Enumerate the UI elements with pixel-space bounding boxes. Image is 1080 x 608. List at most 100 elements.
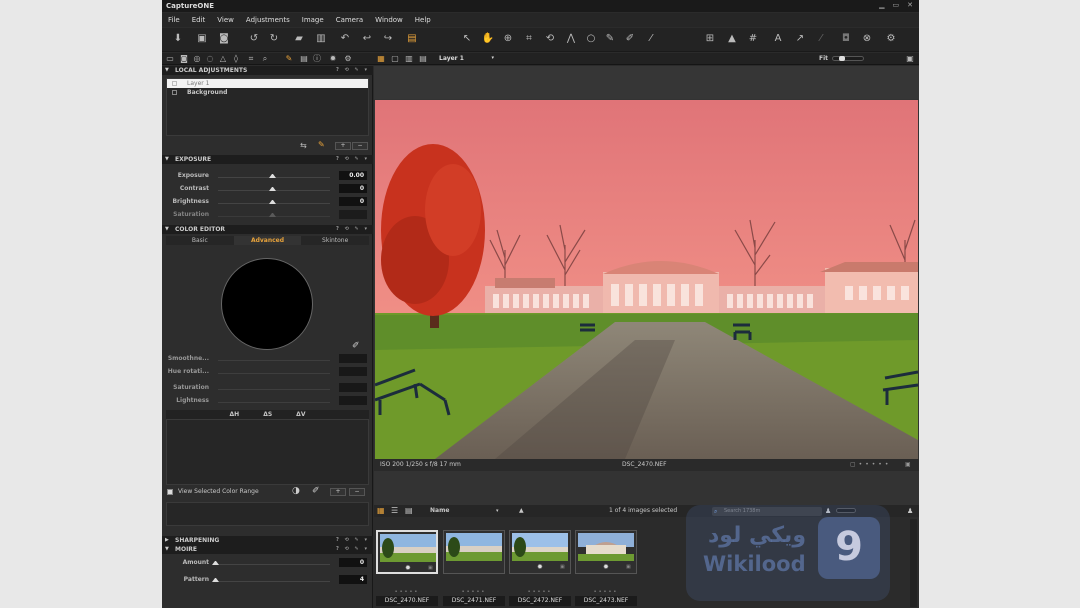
menu-image[interactable]: Image	[302, 16, 324, 24]
pattern-value-field[interactable]: 4	[339, 575, 367, 584]
circle-tool-icon[interactable]: ○	[584, 32, 598, 46]
grid-icon[interactable]: #	[746, 32, 760, 46]
thumbnail[interactable]	[443, 530, 505, 574]
main-photo[interactable]	[375, 100, 918, 459]
crop-icon[interactable]: ⌗	[522, 32, 536, 46]
section-header-icons[interactable]: ? ⟲ ✎ ▾	[336, 225, 369, 234]
rating-dots[interactable]: •••••	[376, 589, 438, 595]
camera-icon[interactable]: ◙	[217, 32, 231, 46]
exposure-tab-icon[interactable]: △	[218, 53, 228, 64]
expand-icon[interactable]: ▣	[905, 53, 915, 64]
section-header-icons[interactable]: ? ⟲ ✎ ▾	[336, 155, 369, 164]
user-large-icon[interactable]: ♟	[907, 505, 913, 517]
arrow-icon[interactable]: ↗	[793, 32, 807, 46]
color-tag-icon[interactable]: ▣	[905, 459, 911, 471]
hand-icon[interactable]: ✋	[481, 32, 495, 46]
color-wheel-icon[interactable]: ◑	[292, 486, 300, 496]
menu-file[interactable]: File	[168, 16, 180, 24]
menu-window[interactable]: Window	[375, 16, 403, 24]
layer-row[interactable]: Layer 1	[167, 79, 368, 88]
output-tab-icon[interactable]: ⚙	[343, 53, 353, 64]
capture-icon[interactable]: ▣	[195, 32, 209, 46]
section-header-icons[interactable]: ? ⟲ ✎ ▾	[336, 536, 369, 545]
remove-color-button[interactable]: −	[349, 488, 365, 496]
sort-direction-icon[interactable]: ▲	[519, 505, 524, 517]
layer-swap-icon[interactable]: ⇆	[300, 141, 307, 150]
color-editor-header[interactable]: ▼ COLOR EDITOR ? ⟲ ✎ ▾	[162, 225, 373, 234]
rating-dots[interactable]: •••••	[443, 589, 505, 595]
lightness-value-field[interactable]	[339, 396, 367, 405]
contrast-slider-knob[interactable]	[269, 186, 276, 191]
adjust-tab-icon[interactable]: ▤	[299, 53, 309, 64]
tab-skintone[interactable]: Skintone	[301, 236, 370, 245]
rotate-left-icon[interactable]: ↺	[247, 32, 261, 46]
hue-rotation-slider[interactable]	[218, 373, 330, 374]
text-icon[interactable]: A	[771, 32, 785, 46]
rotate-tool-icon[interactable]: ⟲	[543, 32, 557, 46]
sort-label[interactable]: Name	[430, 505, 449, 517]
thumbnail[interactable]: ✹ ▣	[376, 530, 438, 574]
crop-tab-icon[interactable]: ⌗	[246, 53, 256, 64]
add-layer-button[interactable]: +	[335, 142, 351, 150]
eyedropper-icon[interactable]: ✐	[623, 32, 637, 46]
color-wheel[interactable]	[221, 258, 313, 350]
section-header-icons[interactable]: ? ⟲ ✎ ▾	[336, 545, 369, 554]
sharpening-header[interactable]: ▶ SHARPENING ? ⟲ ✎ ▾	[162, 536, 373, 545]
picker-icon[interactable]: ⁄	[644, 32, 658, 46]
pen-icon[interactable]: ⁄	[814, 32, 828, 46]
select-cursor-icon[interactable]: ↖	[460, 32, 474, 46]
move-to-folder-icon[interactable]: ▰	[292, 32, 306, 46]
exposure-header[interactable]: ▼ EXPOSURE ? ⟲ ✎ ▾	[162, 155, 373, 164]
thumbnail[interactable]: ✹ ▣	[509, 530, 571, 574]
rating-dots[interactable]: ▢•••••	[850, 459, 891, 471]
brightness-slider-knob[interactable]	[269, 199, 276, 204]
sort-chevron-icon[interactable]: ▾	[496, 505, 499, 517]
minimize-icon[interactable]: ▁	[879, 1, 884, 9]
amount-slider-knob[interactable]	[212, 560, 219, 565]
menu-camera[interactable]: Camera	[336, 16, 363, 24]
reset-icon[interactable]: ↶	[338, 32, 352, 46]
remove-layer-button[interactable]: −	[352, 142, 368, 150]
single-view-icon[interactable]: ▢	[390, 53, 400, 64]
amount-value-field[interactable]: 0	[339, 558, 367, 567]
multi-view-icon[interactable]: ▦	[376, 53, 386, 64]
batch-tab-icon[interactable]: ✹	[328, 53, 338, 64]
settings-gear-icon[interactable]: ⚙	[884, 32, 898, 46]
layer-row[interactable]: Background	[167, 88, 368, 97]
camera-off-icon[interactable]: ◘	[839, 32, 853, 46]
rating-dots[interactable]: •••••	[575, 589, 637, 595]
layer-select[interactable]: Layer 1 ▾	[439, 54, 494, 63]
thumbnail[interactable]: ✹ ▣	[575, 530, 637, 574]
zoom-slider-knob[interactable]	[839, 56, 845, 61]
color-saturation-slider[interactable]	[218, 389, 330, 390]
browser-scrollbar[interactable]	[910, 519, 917, 607]
brush-icon[interactable]: ✎	[603, 32, 617, 46]
rotate-right-icon[interactable]: ↻	[267, 32, 281, 46]
zoom-slider[interactable]	[832, 56, 864, 61]
exposure-slider-knob[interactable]	[269, 173, 276, 178]
undo-icon[interactable]: ↩	[360, 32, 374, 46]
info-tab-icon[interactable]: ⓘ	[312, 53, 322, 64]
pattern-slider-knob[interactable]	[212, 577, 219, 582]
lens-tab-icon[interactable]: ◌	[205, 53, 215, 64]
redo-icon[interactable]: ↪	[381, 32, 395, 46]
color-picker-icon[interactable]: ✐	[352, 341, 360, 351]
brightness-value-field[interactable]: 0	[339, 197, 367, 206]
zoom-icon[interactable]: ⊕	[501, 32, 515, 46]
tab-advanced[interactable]: Advanced	[233, 236, 302, 245]
color-tab-icon[interactable]: ◎	[192, 53, 202, 64]
search-tab-icon[interactable]: ⌕	[260, 53, 270, 64]
menu-edit[interactable]: Edit	[192, 16, 206, 24]
import-icon[interactable]: ⬇	[171, 32, 185, 46]
tab-basic[interactable]: Basic	[166, 236, 234, 245]
thumbnail-view-icon[interactable]: ▦	[377, 505, 385, 517]
smoothness-slider[interactable]	[218, 360, 330, 361]
grid-view-icon[interactable]: ⊞	[703, 32, 717, 46]
moire-header[interactable]: ▼ MOIRE ? ⟲ ✎ ▾	[162, 545, 373, 554]
keystone-icon[interactable]: ⋀	[564, 32, 578, 46]
local-adjustments-header[interactable]: ▼ LOCAL ADJUSTMENTS ? ⟲ ✎ ▾	[162, 66, 373, 75]
color-corrections-list[interactable]	[166, 419, 369, 485]
layer-brush-icon[interactable]: ✎	[318, 140, 325, 149]
trash-icon[interactable]: ▥	[314, 32, 328, 46]
layers-view-icon[interactable]: ▤	[418, 53, 428, 64]
